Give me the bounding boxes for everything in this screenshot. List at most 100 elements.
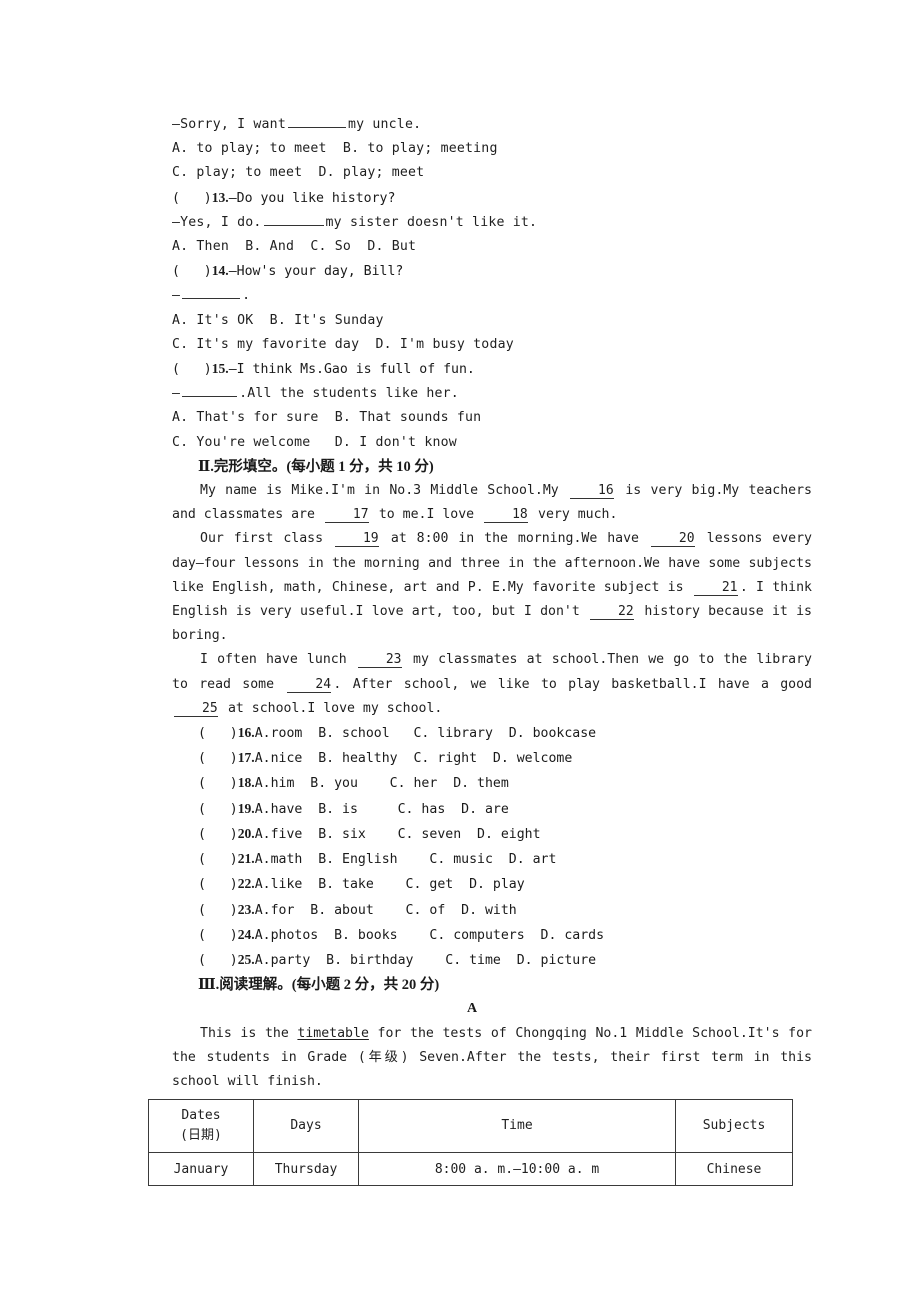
q15-number: 15. — [211, 361, 229, 377]
cloze-option-number: 17. — [237, 750, 255, 766]
q15-options-ab: A. That's for sure B. That sounds fun — [172, 410, 482, 426]
cloze-answer-bracket[interactable]: ( ) — [198, 903, 238, 918]
table-row: January Thursday 8:00 a. m.—10:00 a. m C… — [148, 1152, 793, 1186]
timetable-header-dates: Dates (日期) — [148, 1099, 254, 1153]
cloze-answer-bracket[interactable]: ( ) — [198, 802, 238, 817]
section-2-title: .完形填空。(每小题 1 分，共 10 分) — [210, 458, 434, 475]
cloze-blank-16[interactable]: 16 — [570, 483, 615, 500]
cloze-p1-c: to me.I love — [378, 507, 475, 523]
cloze-option-text: A.photos B. books C. computers D. cards — [254, 927, 605, 943]
cloze-answer-bracket[interactable]: ( ) — [198, 827, 238, 842]
timetable-cell-subjects: Chinese — [675, 1152, 793, 1186]
cloze-blank-25[interactable]: 25 — [174, 701, 218, 717]
q14-reply-line: —. — [172, 284, 812, 308]
cloze-option-number: 16. — [237, 725, 255, 741]
cloze-blank-18[interactable]: 18 — [484, 507, 529, 524]
timetable-cell-time: 8:00 a. m.—10:00 a. m — [358, 1152, 676, 1186]
cloze-option-row: ( )24.A.photos B. books C. computers D. … — [198, 923, 812, 948]
cloze-option-row: ( )21.A.math B. English C. music D. art — [198, 847, 812, 872]
cloze-blank-20[interactable]: 20 — [650, 531, 695, 548]
cloze-p3-c: . After school, we like to play basketba… — [333, 676, 812, 692]
q15-reply-before: — — [172, 386, 181, 402]
exam-page: —Sorry, I want my uncle. A. to play; to m… — [0, 0, 920, 1302]
timetable-header-time: Time — [358, 1099, 676, 1153]
q14-number: 14. — [211, 263, 229, 279]
q12-stem-after: my uncle. — [347, 117, 422, 132]
cloze-p3-a: I often have lunch — [200, 652, 347, 668]
cloze-option-text: A.him B. you C. her D. them — [254, 776, 509, 792]
timetable-wrapper: Dates (日期) Days Time Subjects January Th… — [148, 1099, 793, 1186]
cloze-option-row: ( )22.A.like B. take C. get D. play — [198, 872, 812, 897]
cloze-answer-bracket[interactable]: ( ) — [198, 928, 238, 943]
cloze-answer-bracket[interactable]: ( ) — [198, 751, 238, 766]
cloze-option-number: 19. — [237, 800, 255, 816]
cloze-answer-bracket[interactable]: ( ) — [198, 776, 238, 791]
cloze-answer-bracket[interactable]: ( ) — [198, 953, 238, 968]
q15-stem-line: ( )15.—I think Ms.Gao is full of fun. — [172, 357, 812, 382]
reading-keyword-timetable: timetable — [297, 1025, 369, 1041]
timetable-cell-dates: January — [148, 1152, 254, 1186]
cloze-paragraph-3: I often have lunch 23 my classmates at s… — [172, 648, 812, 721]
q14-reply-before: — — [172, 288, 181, 304]
section-3-title: .阅读理解。(每小题 2 分，共 20 分) — [215, 977, 440, 994]
timetable-header-subjects: Subjects — [675, 1099, 793, 1153]
cloze-blank-21[interactable]: 21 — [693, 580, 738, 596]
cloze-option-row: ( )23.A.for B. about C. of D. with — [198, 898, 812, 923]
q14-reply-after: . — [242, 288, 251, 304]
cloze-paragraph-2: Our first class 19 at 8:00 in the mornin… — [172, 527, 812, 648]
q12-blank — [287, 115, 346, 128]
section-2-numeral: Ⅱ — [198, 458, 211, 475]
q14-answer-bracket[interactable]: ( ) — [172, 264, 212, 279]
q15-stem: —I think Ms.Gao is full of fun. — [228, 362, 475, 378]
timetable-head: Dates (日期) Days Time Subjects — [148, 1099, 793, 1153]
q14-options-ab: A. It's OK B. It's Sunday — [172, 312, 384, 328]
cloze-option-row: ( )16.A.room B. school C. library D. boo… — [198, 721, 812, 746]
cloze-option-text: A.five B. six C. seven D. eight — [254, 826, 541, 842]
cloze-blank-24[interactable]: 24 — [287, 677, 332, 693]
q13-stem: —Do you like history? — [228, 190, 396, 206]
cloze-option-text: A.like B. take C. get D. play — [254, 877, 525, 893]
cloze-option-row: ( )19.A.have B. is C. has D. are — [198, 797, 812, 822]
q14-stem: —How's your day, Bill? — [228, 264, 404, 280]
cloze-option-text: A.party B. birthday C. time D. picture — [254, 952, 597, 968]
timetable-body: January Thursday 8:00 a. m.—10:00 a. m C… — [148, 1152, 793, 1186]
cloze-blank-19[interactable]: 19 — [334, 531, 379, 548]
cloze-option-number: 18. — [237, 775, 255, 791]
cloze-p1-d: very much. — [538, 507, 618, 523]
q13-number: 13. — [211, 189, 229, 205]
cloze-option-number: 20. — [237, 825, 255, 841]
q15-answer-bracket[interactable]: ( ) — [172, 362, 212, 377]
q12-stem-before: —Sorry, I want — [172, 117, 286, 132]
section-2-heading: Ⅱ.完形填空。(每小题 1 分，共 10 分) — [198, 455, 812, 479]
cloze-answer-bracket[interactable]: ( ) — [198, 852, 238, 867]
cloze-answer-bracket[interactable]: ( ) — [198, 726, 238, 741]
q13-options: A. Then B. And C. So D. But — [172, 239, 417, 255]
cloze-blank-23[interactable]: 23 — [357, 652, 402, 669]
q14-blank — [182, 286, 241, 300]
q12-options-cd: C. play; to meet D. play; meet — [172, 165, 425, 181]
cloze-option-text: A.for B. about C. of D. with — [254, 902, 517, 918]
section-3-numeral: Ⅲ — [198, 977, 216, 994]
cloze-answer-bracket[interactable]: ( ) — [198, 877, 238, 892]
q15-reply-after: .All the students like her. — [239, 386, 459, 402]
timetable-cell-days: Thursday — [253, 1152, 359, 1186]
reading-passage-a: This is the timetable for the tests of C… — [172, 1022, 812, 1095]
q15-reply-line: — .All the students like her. — [172, 382, 812, 406]
q13-reply-before: —Yes, I do. — [172, 214, 262, 230]
cloze-option-row: ( )20.A.five B. six C. seven D. eight — [198, 822, 812, 847]
q13-reply-line: —Yes, I do. my sister doesn't like it. — [172, 211, 812, 235]
q15-options-cd: C. You're welcome D. I don't know — [172, 434, 457, 450]
cloze-option-number: 21. — [237, 851, 255, 867]
cloze-blank-22[interactable]: 22 — [590, 604, 635, 621]
timetable-header-dates-en: Dates — [181, 1108, 221, 1123]
cloze-blank-17[interactable]: 17 — [324, 507, 369, 524]
q13-reply-after: my sister doesn't like it. — [325, 214, 538, 230]
q13-answer-bracket[interactable]: ( ) — [172, 191, 212, 206]
q13-stem-line: ( )13.—Do you like history? — [172, 186, 812, 211]
reading-a-before: This is the — [200, 1025, 298, 1041]
cloze-option-text: A.math B. English C. music D. art — [254, 852, 557, 868]
cloze-option-text: A.have B. is C. has D. are — [254, 801, 509, 817]
cloze-option-row: ( )25.A.party B. birthday C. time D. pic… — [198, 948, 812, 973]
cloze-p2-b: at 8:00 in the morning.We have — [390, 531, 639, 547]
timetable-header-row: Dates (日期) Days Time Subjects — [148, 1099, 793, 1153]
